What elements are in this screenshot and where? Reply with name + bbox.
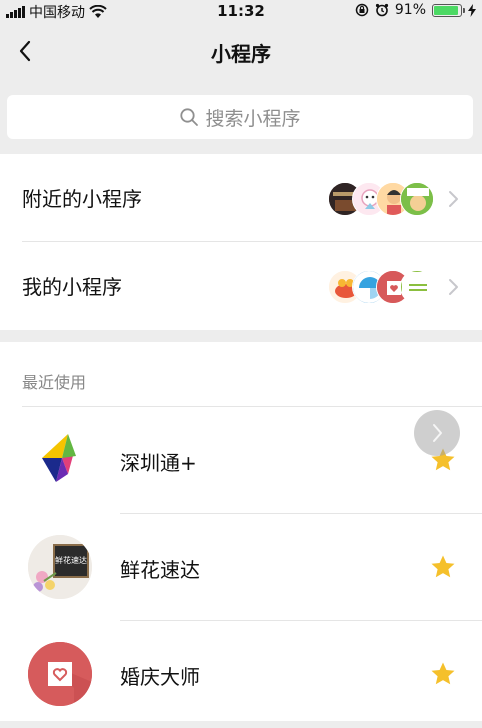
- row-label: 附近的小程序: [22, 187, 142, 211]
- my-avatars: [328, 270, 436, 304]
- avatar-thumbnail: [400, 182, 434, 216]
- star-icon[interactable]: [430, 554, 456, 580]
- section-title: 最近使用: [22, 373, 87, 392]
- search-placeholder: 搜索小程序: [205, 107, 301, 130]
- charging-icon: [468, 3, 476, 17]
- app-name: 深圳通+: [120, 451, 197, 475]
- nav-bar: 小程序: [0, 22, 482, 82]
- app-item-wedding-master[interactable]: 婚庆大师: [0, 621, 482, 728]
- status-right: 91%: [355, 2, 476, 18]
- menu-section: 附近的小程序 我的小程序: [0, 154, 482, 330]
- page-title: 小程序: [211, 42, 271, 66]
- app-item-shenzhentong[interactable]: 深圳通+: [0, 407, 482, 514]
- chevron-right-icon: [449, 191, 458, 207]
- app-name: 鲜花速达: [120, 558, 200, 582]
- alarm-icon: [375, 3, 388, 17]
- status-bar: 中国移动 11:32 91%: [0, 0, 482, 22]
- row-label: 我的小程序: [22, 275, 122, 299]
- chevron-right-icon: [449, 279, 458, 295]
- nearby-mini-programs-row[interactable]: 附近的小程序: [0, 154, 482, 242]
- chevron-right-icon: [433, 424, 442, 442]
- avatar-thumbnail: [400, 270, 434, 304]
- star-icon[interactable]: [430, 661, 456, 687]
- heart-frame-logo: [28, 642, 92, 706]
- my-mini-programs-row[interactable]: 我的小程序: [0, 242, 482, 330]
- shenzhentong-logo: [28, 428, 92, 492]
- search-icon: [180, 108, 199, 126]
- battery-level: [434, 5, 458, 15]
- app-item-flower-delivery[interactable]: 鲜花速达 鲜花速达: [0, 514, 482, 621]
- app-name: 婚庆大师: [120, 665, 200, 689]
- flower-shop-logo: 鲜花速达: [28, 535, 92, 599]
- floating-button[interactable]: [414, 410, 460, 456]
- battery-icon: [432, 3, 465, 17]
- rotation-lock-icon: [355, 3, 369, 17]
- recent-section: 最近使用 深圳通+ 鲜花速达 鲜花速达 婚庆大师: [0, 342, 482, 721]
- flower-shop-logo-text: 鲜花速达: [55, 555, 87, 565]
- nearby-avatars: [328, 182, 436, 216]
- search-input[interactable]: 搜索小程序: [7, 95, 473, 139]
- battery-percent: 91%: [394, 2, 426, 18]
